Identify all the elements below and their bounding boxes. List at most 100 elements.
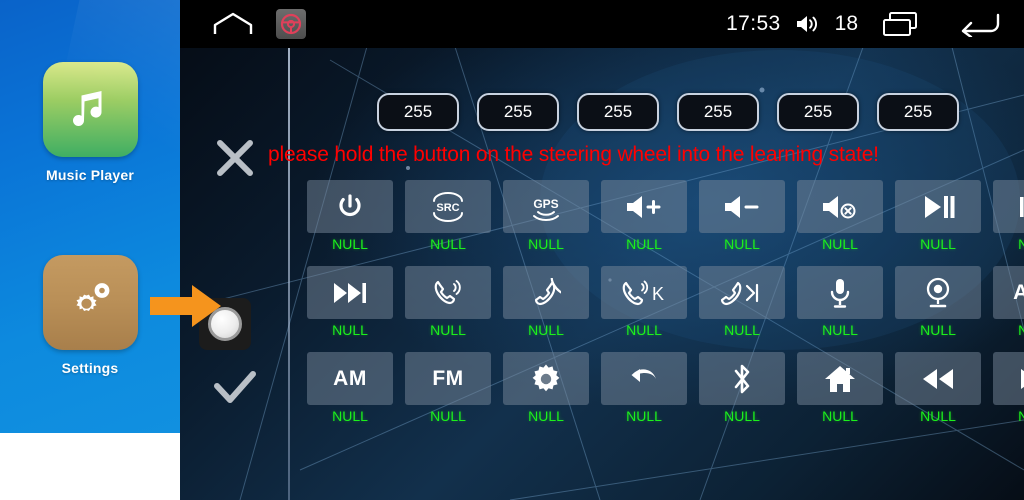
channel-value-chip[interactable]: 255 <box>777 93 859 131</box>
key-phone-hangup-next[interactable]: NULL <box>699 266 785 338</box>
channel-value-chip[interactable]: 255 <box>377 93 459 131</box>
launcher-sidebar: Music Player Settings <box>0 0 180 433</box>
key-volume-down[interactable]: NULL <box>699 180 785 252</box>
function-key-grid: NULL SRC NULL GPS NULL NULL NULL NULL NU… <box>307 180 1024 438</box>
am-icon[interactable]: AM <box>307 352 393 405</box>
channel-value-chip[interactable]: 255 <box>577 93 659 131</box>
orange-pointer-arrow <box>150 284 222 328</box>
key-brightness[interactable]: NULL <box>503 352 589 424</box>
check-icon <box>214 371 256 403</box>
key-text: AM <box>333 366 367 390</box>
fm-icon[interactable]: FM <box>405 352 491 405</box>
steering-wheel-icon[interactable] <box>276 9 306 39</box>
channel-value-chip[interactable]: 255 <box>677 93 759 131</box>
key-label: NULL <box>724 236 760 252</box>
key-label: NULL <box>626 322 662 338</box>
key-src[interactable]: SRC NULL <box>405 180 491 252</box>
key-am[interactable]: AM NULL <box>307 352 393 424</box>
key-phone-answer-k[interactable]: K NULL <box>601 266 687 338</box>
key-label: NULL <box>822 236 858 252</box>
key-rewind[interactable]: NULL <box>895 352 981 424</box>
key-bluetooth[interactable]: NULL <box>699 352 785 424</box>
key-label: NULL <box>528 236 564 252</box>
panel-divider <box>288 48 290 500</box>
phone-answer-k-icon[interactable]: K <box>601 266 687 319</box>
key-next-track[interactable]: NULL <box>307 266 393 338</box>
key-microphone[interactable]: NULL <box>797 266 883 338</box>
gps-icon[interactable]: GPS <box>503 180 589 233</box>
warning-message: please hold the button on the steering w… <box>268 143 879 166</box>
key-volume-up[interactable]: NULL <box>601 180 687 252</box>
key-mute[interactable]: NULL <box>797 180 883 252</box>
key-label: NULL <box>430 408 466 424</box>
aux-icon[interactable]: AUX <box>993 266 1024 319</box>
status-bar-right: 17:53 18 <box>726 11 1000 37</box>
key-text: AUX <box>1013 280 1024 304</box>
back-curved-arrow-icon[interactable] <box>601 352 687 405</box>
play-pause-icon[interactable] <box>895 180 981 233</box>
home-outline-icon[interactable] <box>212 9 254 39</box>
key-label: NULL <box>1018 322 1024 338</box>
key-phone-hangup[interactable]: NULL <box>503 266 589 338</box>
phone-hangup-icon[interactable] <box>503 266 589 319</box>
key-badge-text: K <box>652 284 664 304</box>
rewind-icon[interactable] <box>895 352 981 405</box>
key-label: NULL <box>332 236 368 252</box>
channel-value-chip[interactable]: 255 <box>477 93 559 131</box>
key-play-pause[interactable]: NULL <box>895 180 981 252</box>
svg-text:SRC: SRC <box>436 202 459 214</box>
brightness-gear-icon[interactable] <box>503 352 589 405</box>
home-solid-icon[interactable] <box>797 352 883 405</box>
volume-level-value: 18 <box>834 12 858 35</box>
channel-value-chip[interactable]: 255 <box>877 93 959 131</box>
key-grid-row: NULL NULL NULL K NULL NULL NULL NULL A N <box>307 266 1024 338</box>
next-track-icon[interactable] <box>307 266 393 319</box>
key-grid-row: NULL SRC NULL GPS NULL NULL NULL NULL NU… <box>307 180 1024 252</box>
cancel-button[interactable] <box>204 130 266 186</box>
clock: 17:53 <box>726 12 781 35</box>
key-label: NULL <box>528 322 564 338</box>
key-back[interactable]: NULL <box>601 352 687 424</box>
microphone-icon[interactable] <box>797 266 883 319</box>
key-label: NULL <box>724 322 760 338</box>
key-label: NULL <box>528 408 564 424</box>
fast-forward-icon[interactable] <box>993 352 1024 405</box>
key-phone-answer[interactable]: NULL <box>405 266 491 338</box>
key-label: NULL <box>920 236 956 252</box>
camera-icon[interactable] <box>895 266 981 319</box>
key-aux[interactable]: AUX NULL <box>993 266 1024 338</box>
power-icon[interactable] <box>307 180 393 233</box>
src-icon[interactable]: SRC <box>405 180 491 233</box>
status-bar: 17:53 18 <box>180 0 1024 48</box>
bluetooth-icon[interactable] <box>699 352 785 405</box>
recent-apps-icon[interactable] <box>882 11 920 37</box>
volume-up-icon[interactable] <box>601 180 687 233</box>
key-label: NULL <box>822 408 858 424</box>
key-gps[interactable]: GPS NULL <box>503 180 589 252</box>
back-arrow-icon[interactable] <box>958 11 1000 37</box>
confirm-button[interactable] <box>204 360 266 416</box>
volume-mute-icon[interactable] <box>797 180 883 233</box>
key-power[interactable]: NULL <box>307 180 393 252</box>
key-label: NULL <box>724 408 760 424</box>
key-previous-track[interactable]: NULL <box>993 180 1024 252</box>
music-note-icon <box>42 62 138 157</box>
key-grid-row: AM NULL FM NULL NULL NULL NULL NULL NULL… <box>307 352 1024 424</box>
key-fm[interactable]: FM NULL <box>405 352 491 424</box>
sidebar-item-label: Settings <box>61 360 119 376</box>
key-fast-forward[interactable]: NULL <box>993 352 1024 424</box>
key-home[interactable]: NULL <box>797 352 883 424</box>
volume-waves-icon[interactable] <box>795 12 821 36</box>
key-label: NULL <box>920 408 956 424</box>
channel-value-row: 255 255 255 255 255 255 <box>377 93 959 131</box>
steering-wheel-learning-panel: 17:53 18 255 255 255 255 255 255 please … <box>180 0 1024 500</box>
gears-icon <box>42 255 138 350</box>
key-camera[interactable]: NULL <box>895 266 981 338</box>
phone-hangup-next-icon[interactable] <box>699 266 785 319</box>
phone-answer-icon[interactable] <box>405 266 491 319</box>
volume-down-icon[interactable] <box>699 180 785 233</box>
sidebar-item-music-player[interactable]: Music Player <box>0 62 180 183</box>
previous-track-icon[interactable] <box>993 180 1024 233</box>
key-label: NULL <box>1018 408 1024 424</box>
svg-text:GPS: GPS <box>533 197 558 211</box>
